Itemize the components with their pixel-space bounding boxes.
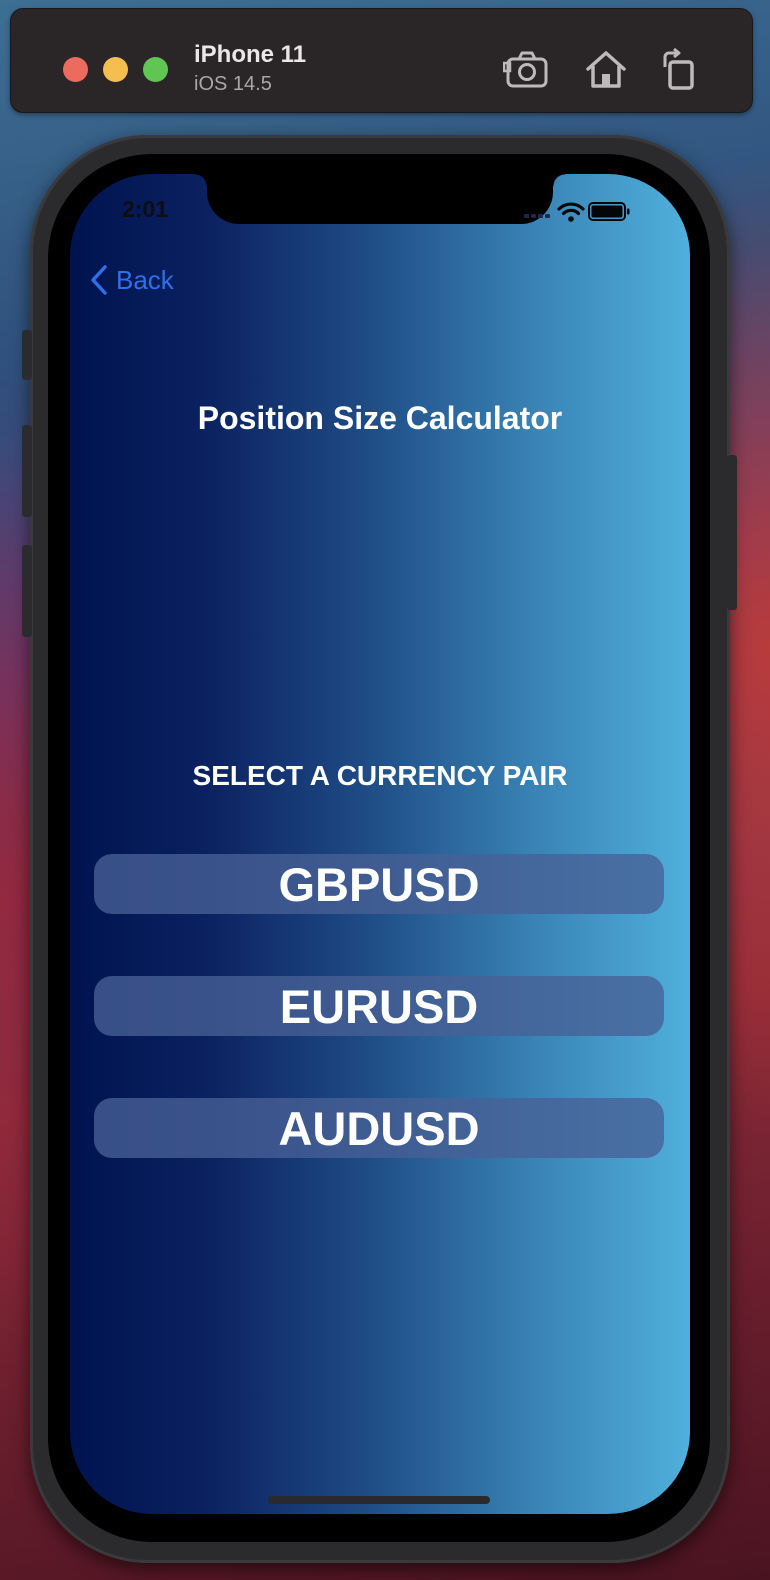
- wifi-icon: [557, 202, 585, 222]
- rotate-icon[interactable]: [655, 47, 703, 91]
- home-icon[interactable]: [582, 47, 630, 91]
- zoom-window-button[interactable]: [143, 57, 168, 82]
- back-label: Back: [116, 264, 174, 295]
- minimize-window-button[interactable]: [103, 57, 128, 82]
- silent-switch: [22, 330, 32, 380]
- home-indicator[interactable]: [268, 1496, 490, 1504]
- notch: [195, 174, 565, 224]
- chevron-left-icon: [91, 265, 107, 295]
- volume-up-button: [22, 425, 32, 517]
- screenshot-icon[interactable]: [503, 47, 551, 91]
- close-window-button[interactable]: [63, 57, 88, 82]
- pair-button-audusd[interactable]: AUDUSD: [94, 1098, 664, 1158]
- simulator-toolbar: iPhone 11 iOS 14.5: [11, 9, 752, 112]
- app-screen: 2:01 Back Position Size Calculator SELEC…: [70, 174, 690, 1514]
- pair-button-eurusd[interactable]: EURUSD: [94, 976, 664, 1036]
- signal-icon: [524, 214, 550, 218]
- side-button: [727, 455, 737, 610]
- status-icons: [524, 202, 630, 222]
- pair-button-gbpusd[interactable]: GBPUSD: [94, 854, 664, 914]
- back-button[interactable]: Back: [90, 262, 174, 298]
- device-name: iPhone 11: [194, 41, 307, 68]
- volume-down-button: [22, 545, 32, 637]
- currency-pair-prompt: SELECT A CURRENCY PAIR: [192, 760, 568, 791]
- status-time: 2:01: [122, 196, 169, 222]
- page-title: Position Size Calculator: [197, 400, 563, 436]
- os-version: iOS 14.5: [194, 73, 272, 95]
- battery-icon: [588, 202, 630, 221]
